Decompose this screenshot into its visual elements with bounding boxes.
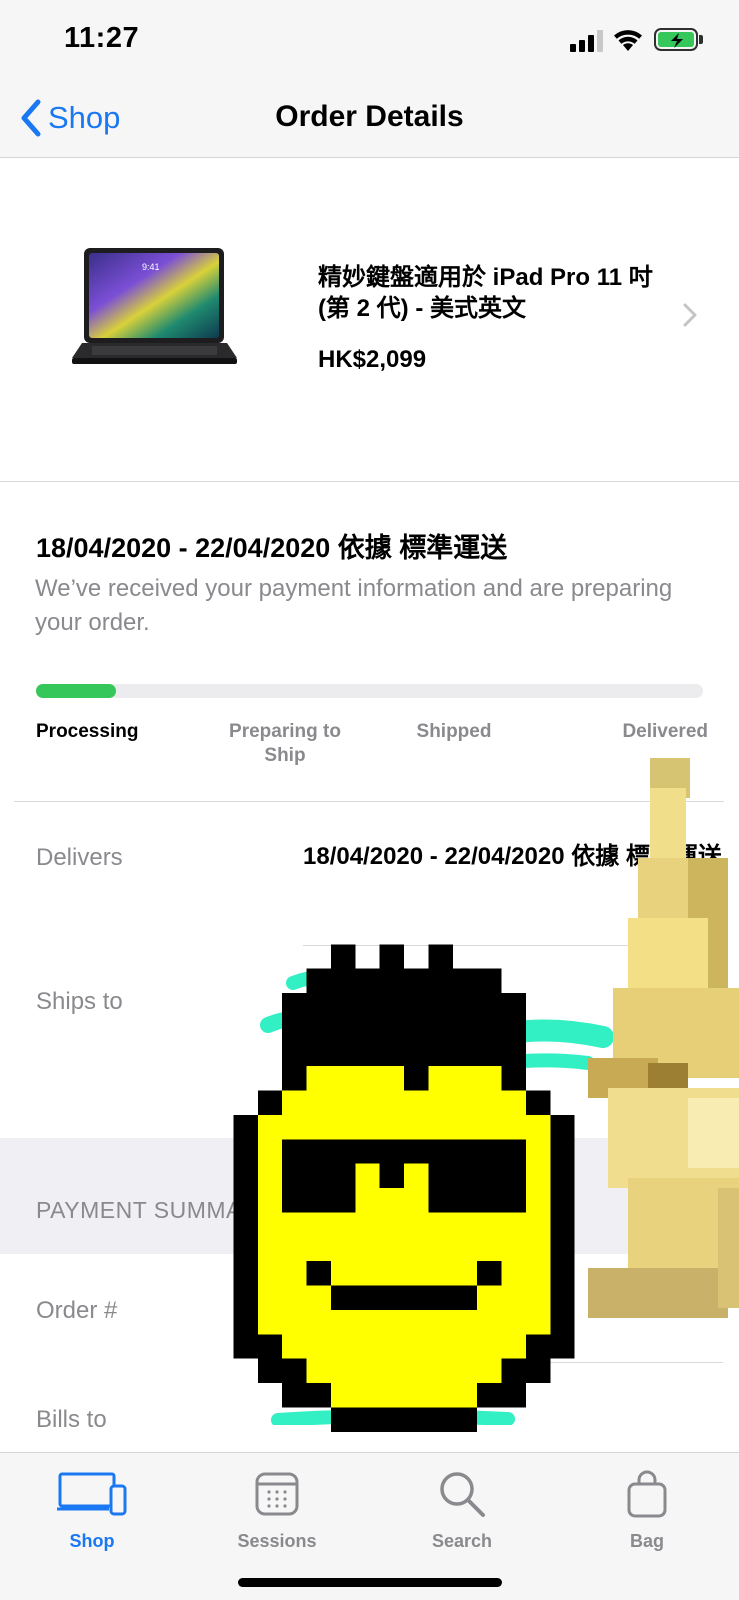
- product-price: HK$2,099: [318, 346, 427, 373]
- battery-nub: [699, 35, 703, 44]
- step-preparing-to-ship: Preparing to Ship: [229, 721, 341, 766]
- status-time: 11:27: [64, 22, 140, 54]
- tab-shop-label: Shop: [69, 1531, 115, 1551]
- delivers-label: Delivers: [36, 844, 123, 871]
- ipad-keyboard-image: 9:41: [72, 248, 237, 364]
- battery-icon: [654, 28, 698, 51]
- product-name: 精妙鍵盤適用於 iPad Pro 11 吋 (第 2 代) - 美式英文: [318, 264, 653, 322]
- order-progress-fill: [36, 684, 117, 698]
- calendar-icon: [255, 1472, 299, 1516]
- ships-to-label: Ships to: [36, 988, 123, 1015]
- shipping-message: We’ve received your payment information …: [35, 575, 673, 636]
- order-number-label: Order #: [36, 1297, 118, 1324]
- thumbs-up-sticker: [588, 758, 739, 1318]
- page-title: Order Details: [275, 100, 464, 133]
- tab-bag-label: Bag: [629, 1531, 664, 1551]
- tab-shop[interactable]: Shop: [27, 1463, 157, 1552]
- cellular-signal-icon: [570, 30, 606, 52]
- home-indicator: [238, 1578, 502, 1587]
- tab-bag[interactable]: Bag: [582, 1463, 712, 1552]
- step-shipped: Shipped: [416, 721, 492, 742]
- bills-to-label: Bills to: [36, 1406, 107, 1433]
- step-processing: Processing: [36, 721, 139, 742]
- svg-text:9:41: 9:41: [142, 262, 160, 272]
- sunglasses-emoji-sticker: [233, 944, 575, 1432]
- shipping-date: 18/04/2020 - 22/04/2020 依據 標準運送: [36, 533, 508, 563]
- tab-sessions-label: Sessions: [237, 1531, 317, 1551]
- tab-search-label: Search: [431, 1531, 493, 1551]
- tab-sessions[interactable]: Sessions: [212, 1463, 342, 1552]
- devices-icon: [57, 1472, 127, 1516]
- search-icon: [440, 1472, 485, 1517]
- order-progress-bar: [36, 684, 703, 698]
- bag-icon: [627, 1470, 667, 1518]
- product-row[interactable]: 9:41 精妙鍵盤適用於 iPad Pro 11 吋 (第 2 代) - 美式英…: [0, 158, 739, 482]
- status-bar: 11:27: [0, 0, 739, 80]
- tab-search[interactable]: Search: [397, 1463, 527, 1552]
- wifi-icon: [614, 30, 642, 51]
- navigation-bar: Shop Order Details: [0, 80, 739, 158]
- step-delivered: Delivered: [622, 721, 708, 742]
- chevron-right-icon: [683, 303, 697, 327]
